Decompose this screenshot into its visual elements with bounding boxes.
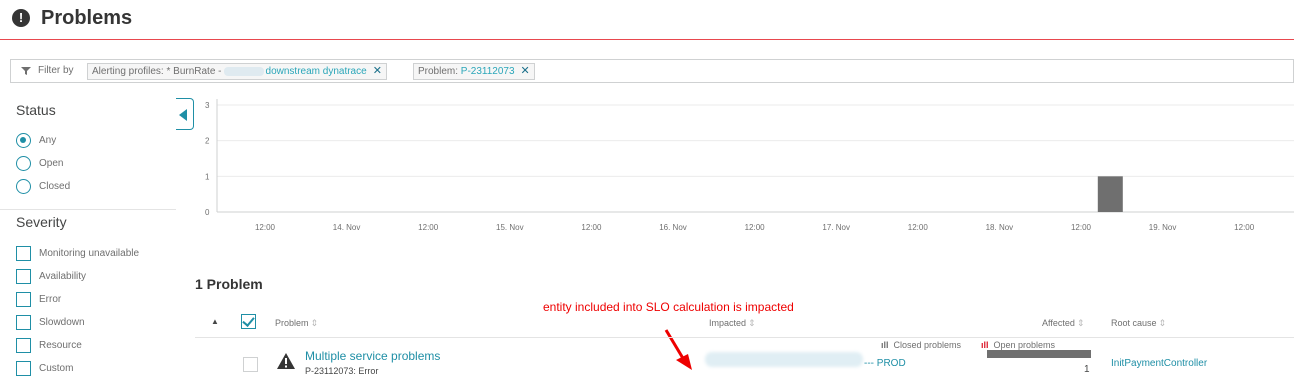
alert-circle-icon: ! — [12, 9, 30, 27]
severity-option-label: Monitoring unavailable — [39, 247, 140, 259]
severity-option-label: Availability — [39, 270, 87, 282]
y-tick-label: 3 — [205, 101, 210, 110]
legend-label: Open problems — [993, 340, 1056, 350]
filter-sidebar: Status Any Open Closed Severity Monitori… — [0, 95, 178, 385]
sort-icon: ⇕ — [310, 318, 319, 328]
x-tick-label: 17. Nov — [822, 223, 850, 232]
filter-chip-problem[interactable]: Problem: P-23112073 ✕ — [413, 63, 535, 80]
x-tick-label: 12:00 — [745, 223, 766, 232]
chip-value: P-23112073 — [460, 66, 515, 77]
checkbox[interactable] — [16, 245, 31, 261]
annotation-text: entity included into SLO calculation is … — [543, 300, 794, 314]
radio-selected[interactable] — [16, 132, 31, 148]
affected-bar — [987, 350, 1091, 358]
status-option-open[interactable]: Open — [16, 155, 63, 171]
x-tick-label: 16. Nov — [659, 223, 687, 232]
closed-problems-legend-icon: ıll — [881, 340, 889, 350]
annotation-arrow-icon — [664, 329, 692, 370]
sort-ascending-icon[interactable]: ▲ — [211, 317, 219, 326]
chart-bar-closed-problems — [1097, 176, 1123, 212]
checkbox[interactable] — [16, 314, 31, 330]
legend-item-open[interactable]: ıll Open problems — [981, 340, 1055, 350]
x-tick-label: 12:00 — [908, 223, 929, 232]
radio-unselected[interactable] — [16, 178, 31, 194]
severity-option-label: Resource — [39, 339, 82, 351]
collapse-sidebar-button[interactable] — [176, 98, 194, 130]
root-cause-link[interactable]: InitPaymentController — [1111, 358, 1207, 369]
severity-option-availability[interactable]: Availability — [16, 268, 86, 284]
severity-heading: Severity — [16, 214, 67, 230]
severity-option-slowdown[interactable]: Slowdown — [16, 314, 85, 330]
severity-option-label: Slowdown — [39, 316, 85, 328]
severity-option-custom[interactable]: Custom — [16, 360, 73, 376]
chip-value: downstream dynatrace — [265, 66, 367, 77]
status-option-label: Closed — [39, 180, 71, 192]
x-tick-label: 12:00 — [1234, 223, 1255, 232]
open-problems-legend-icon: ıll — [981, 340, 989, 350]
sidebar-divider — [0, 209, 176, 210]
sort-icon: ⇕ — [1158, 318, 1167, 328]
column-header-affected[interactable]: Affected ⇕ — [1042, 318, 1084, 329]
x-tick-label: 12:00 — [418, 223, 439, 232]
status-option-label: Any — [39, 134, 57, 146]
filter-label: Filter by — [38, 65, 74, 76]
redacted-text — [223, 66, 264, 76]
problems-chart: 3 2 1 0 12:00 14. Nov 12:00 15. Nov 12:00 16. Nov… — [195, 95, 1294, 350]
severity-option-monitoring-unavailable[interactable]: Monitoring unavailable — [16, 245, 139, 261]
column-header-impacted[interactable]: Impacted ⇕ — [709, 318, 756, 329]
severity-option-label: Error — [39, 293, 62, 305]
severity-option-resource[interactable]: Resource — [16, 337, 82, 353]
status-option-label: Open — [39, 157, 64, 169]
chip-prefix: Problem: — [418, 66, 459, 77]
checkbox[interactable] — [16, 337, 31, 353]
select-all-checkbox[interactable] — [241, 314, 256, 329]
x-tick-label: 19. Nov — [1149, 223, 1177, 232]
radio-unselected[interactable] — [16, 155, 31, 171]
severity-option-label: Custom — [39, 362, 74, 374]
problem-count-title: 1 Problem — [195, 276, 263, 292]
status-option-any[interactable]: Any — [16, 132, 56, 148]
y-tick-label: 1 — [205, 172, 210, 181]
impacted-entity-link[interactable]: --- PROD — [864, 358, 906, 369]
remove-chip-icon[interactable]: ✕ — [521, 65, 530, 77]
remove-chip-icon[interactable]: ✕ — [373, 65, 382, 77]
status-heading: Status — [16, 102, 56, 118]
x-tick-label: 12:00 — [1071, 223, 1092, 232]
filter-bar[interactable]: Filter by Alerting profiles: * BurnRate … — [10, 59, 1294, 83]
checkbox[interactable] — [16, 268, 31, 284]
page-title: Problems — [41, 7, 133, 29]
x-tick-label: 12:00 — [255, 223, 276, 232]
problems-chart-svg: 3 2 1 0 12:00 14. Nov 12:00 15. Nov 12:00 16. Nov… — [205, 99, 1294, 232]
y-tick-label: 0 — [205, 208, 210, 217]
filter-funnel-icon — [21, 67, 31, 75]
column-header-problem[interactable]: Problem ⇕ — [275, 318, 318, 329]
legend-item-closed[interactable]: ıll Closed problems — [881, 340, 961, 350]
row-checkbox[interactable] — [243, 357, 258, 372]
column-header-root-cause[interactable]: Root cause ⇕ — [1111, 318, 1166, 329]
problem-id-text: P-23112073: Error — [305, 366, 379, 376]
legend-label: Closed problems — [893, 340, 962, 350]
x-tick-label: 14. Nov — [333, 223, 361, 232]
sort-icon: ⇕ — [1076, 318, 1085, 328]
x-tick-label: 18. Nov — [986, 223, 1014, 232]
redacted-entity-name[interactable] — [705, 352, 863, 367]
checkbox[interactable] — [16, 360, 31, 376]
x-tick-label: 15. Nov — [496, 223, 524, 232]
status-option-closed[interactable]: Closed — [16, 178, 70, 194]
warning-icon — [277, 353, 295, 369]
sort-icon: ⇕ — [748, 318, 756, 328]
checkbox[interactable] — [16, 291, 31, 307]
filter-chip-alerting-profile[interactable]: Alerting profiles: * BurnRate - downstrea… — [87, 63, 387, 80]
problem-title-link[interactable]: Multiple service problems — [305, 349, 440, 363]
severity-option-error[interactable]: Error — [16, 291, 61, 307]
x-tick-label: 12:00 — [581, 223, 602, 232]
page-header: ! Problems — [0, 0, 1294, 40]
chip-prefix: Alerting profiles: * BurnRate - — [92, 66, 222, 77]
y-tick-label: 2 — [205, 137, 210, 146]
table-divider — [195, 337, 1294, 338]
affected-count: 1 — [1084, 364, 1090, 375]
